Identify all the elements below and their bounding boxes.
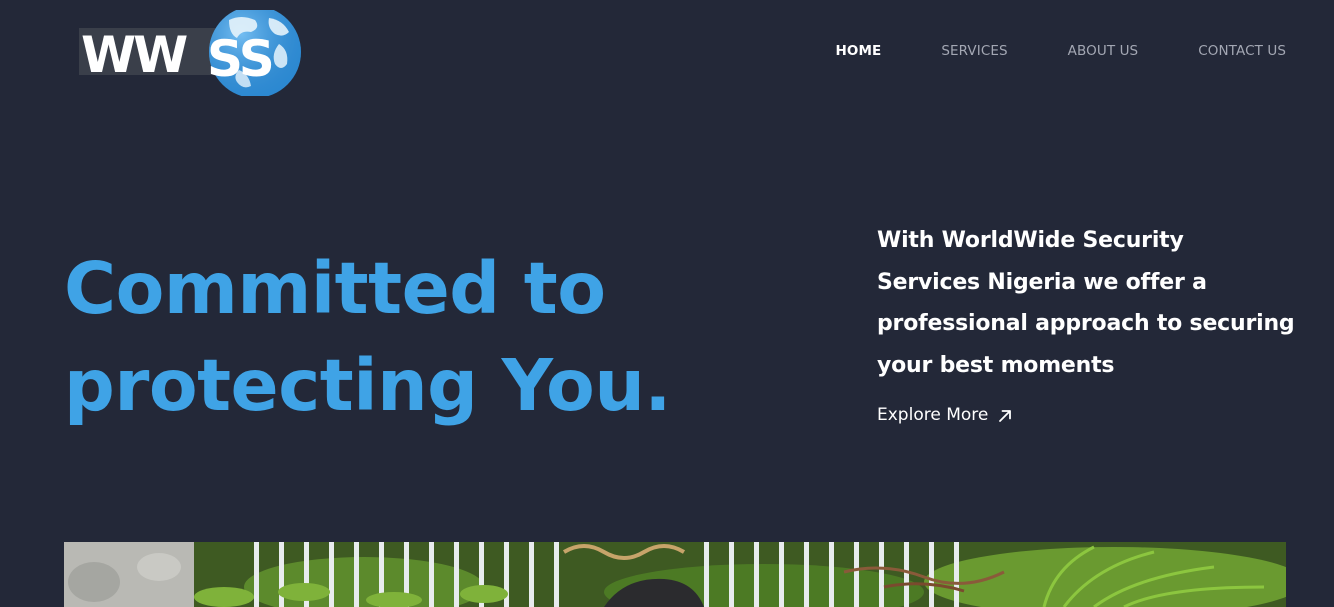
explore-more-label: Explore More: [877, 405, 989, 425]
main-nav: HOME SERVICES ABOUT US CONTACT US: [836, 43, 1286, 59]
nav-contact-us[interactable]: CONTACT US: [1198, 43, 1286, 59]
nav-home[interactable]: HOME: [836, 43, 882, 59]
logo[interactable]: WW SS: [79, 10, 305, 96]
garden-photo: [64, 542, 1286, 607]
wwss-logo-image: WW SS: [79, 10, 301, 96]
hero-description-line: professional approach to securing: [877, 311, 1295, 336]
garden-photo-image: [64, 542, 1286, 607]
hero-description-line: With WorldWide Security: [877, 228, 1184, 253]
hero-description-line: Services Nigeria we offer a: [877, 269, 1207, 295]
hero-title-line: protecting You.: [64, 344, 671, 427]
hero-description-line: your best moments: [877, 352, 1115, 378]
explore-more-link[interactable]: Explore More: [877, 405, 1012, 425]
svg-text:WW: WW: [81, 26, 187, 84]
svg-text:SS: SS: [207, 30, 273, 88]
arrow-up-right-icon: [998, 408, 1012, 422]
hero-title: Committed to protecting You.: [64, 240, 671, 434]
hero-description: With WorldWide Security Services Nigeria…: [877, 220, 1297, 386]
hero-title-line: Committed to: [64, 247, 606, 330]
nav-services[interactable]: SERVICES: [941, 43, 1007, 59]
nav-about-us[interactable]: ABOUT US: [1068, 43, 1139, 59]
